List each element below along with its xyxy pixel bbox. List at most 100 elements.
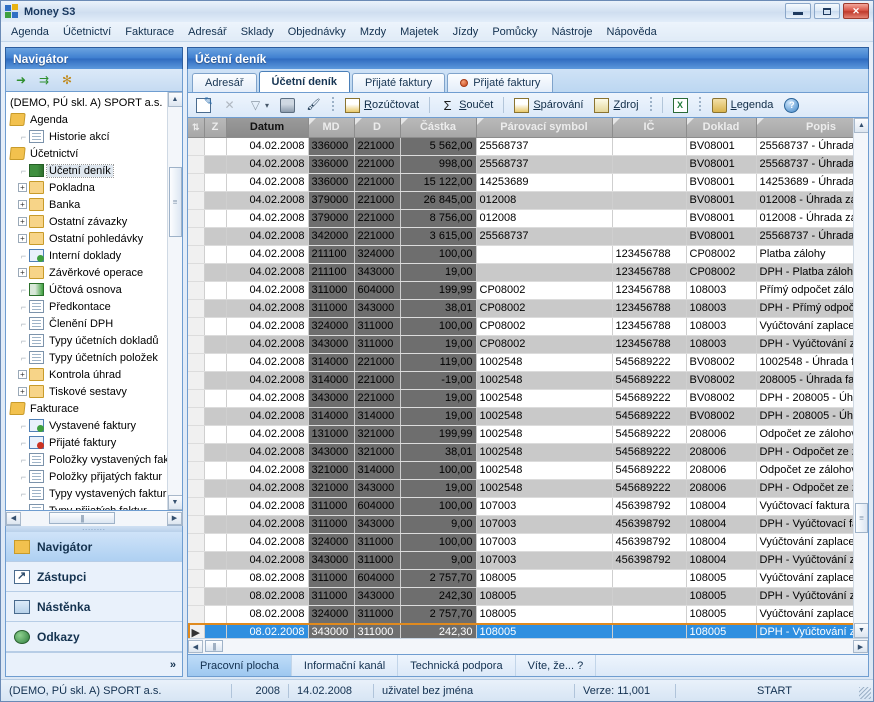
navigator-button-odkazy[interactable]: Odkazy xyxy=(6,622,182,652)
tree-item-interní-doklady[interactable]: ⌐ Interní doklady xyxy=(8,247,167,264)
row-marker[interactable] xyxy=(188,209,205,228)
document-tab-2[interactable]: Přijaté faktury xyxy=(351,73,446,92)
table-row[interactable]: 04.02.2008 379000 221000 8 756,00 012008 BV08… xyxy=(188,209,853,228)
table-row[interactable]: 04.02.2008 324000 311000 100,00 CP08002 12345… xyxy=(188,317,853,336)
table-row[interactable]: 04.02.2008 343000 311000 19,00 CP08002 123456… xyxy=(188,335,853,354)
row-marker[interactable] xyxy=(188,353,205,372)
tree-item-ostatní-závazky[interactable]: + Ostatní závazky xyxy=(8,213,167,230)
scroll-down-button[interactable]: ▼ xyxy=(167,495,182,510)
tree-item-tiskové-sestavy[interactable]: + Tiskové sestavy xyxy=(8,383,167,400)
document-tab-1[interactable]: Účetní deník xyxy=(258,71,350,92)
scroll-left-button[interactable]: ◀ xyxy=(6,511,21,525)
grid-scroll-up-button[interactable]: ▲ xyxy=(854,118,868,133)
table-row[interactable]: 04.02.2008 342000 221000 3 615,00 25568737 BV… xyxy=(188,227,853,246)
grid-scroll-down-button[interactable]: ▼ xyxy=(854,623,868,638)
scroll-thumb[interactable] xyxy=(168,167,182,237)
expand-icon[interactable]: + xyxy=(18,370,27,379)
table-row[interactable]: 04.02.2008 336000 221000 998,00 25568737 BV08… xyxy=(188,155,853,174)
row-marker[interactable] xyxy=(188,461,205,480)
toolbar-brush-button[interactable] xyxy=(302,96,325,115)
expand-icon[interactable]: + xyxy=(18,200,27,209)
table-row[interactable]: 04.02.2008 324000 311000 100,00 107003 456398… xyxy=(188,533,853,552)
hscroll-thumb[interactable] xyxy=(49,511,115,524)
expand-icon[interactable]: + xyxy=(18,183,27,192)
menu-item-fakturace[interactable]: Fakturace xyxy=(118,24,181,40)
row-marker[interactable] xyxy=(188,407,205,426)
workspace-tab-3[interactable]: Víte, že... ? xyxy=(516,655,597,676)
menu-item-n-pov-da[interactable]: Nápověda xyxy=(600,24,664,40)
settings-icon[interactable]: ✻ xyxy=(60,73,74,87)
tree-item-účetní-deník[interactable]: ⌐ Účetní deník xyxy=(8,162,167,179)
toolbar-edit-button[interactable] xyxy=(192,95,215,115)
toolbar-print-button[interactable] xyxy=(276,96,299,115)
row-marker[interactable]: ▶ xyxy=(188,623,205,638)
table-row[interactable]: 04.02.2008 311000 343000 9,00 107003 45639879… xyxy=(188,515,853,534)
table-row[interactable]: 04.02.2008 314000 314000 19,00 1002548 545689… xyxy=(188,407,853,426)
navigator-button-zástupci[interactable]: Zástupci xyxy=(6,562,182,592)
grid-scroll-thumb[interactable] xyxy=(855,503,868,533)
row-marker[interactable] xyxy=(188,281,205,300)
forward-icon[interactable]: ➜ xyxy=(14,73,28,87)
table-row[interactable]: 04.02.2008 336000 221000 15 122,00 14253689 B… xyxy=(188,173,853,192)
table-row[interactable]: 04.02.2008 311000 604000 100,00 107003 456398… xyxy=(188,497,853,516)
row-marker[interactable] xyxy=(188,515,205,534)
table-row[interactable]: 04.02.2008 343000 221000 19,00 1002548 545689… xyxy=(188,389,853,408)
toolbar-zdroj-button[interactable]: Zdroj xyxy=(590,96,642,115)
row-marker[interactable] xyxy=(188,389,205,408)
menu-item-mzdy[interactable]: Mzdy xyxy=(353,24,393,40)
scroll-up-button[interactable]: ▲ xyxy=(167,92,182,107)
forward-all-icon[interactable]: ⇉ xyxy=(37,73,51,87)
row-marker[interactable] xyxy=(188,551,205,570)
column-header-popis[interactable]: Popis xyxy=(756,118,853,138)
scroll-track[interactable] xyxy=(167,107,182,495)
column-header-ic[interactable]: IČ xyxy=(612,118,687,138)
tree-item-členění-dph[interactable]: ⌐ Členění DPH xyxy=(8,315,167,332)
row-marker[interactable] xyxy=(188,569,205,588)
row-marker[interactable] xyxy=(188,443,205,462)
row-marker[interactable] xyxy=(188,533,205,552)
workspace-tab-1[interactable]: Informační kanál xyxy=(292,655,399,676)
menu-item-adres-[interactable]: Adresář xyxy=(181,24,234,40)
tree-item-banka[interactable]: + Banka xyxy=(8,196,167,213)
row-marker[interactable] xyxy=(188,245,205,264)
tree-item-typy-přijatých-faktur[interactable]: ⌐ Typy přijatých faktur xyxy=(8,502,167,510)
grid-scroll-right-button[interactable]: ▶ xyxy=(853,640,868,653)
row-marker[interactable] xyxy=(188,317,205,336)
grid-horizontal-scrollbar[interactable]: ◀ ▶ xyxy=(188,638,868,654)
tree-item-závěrkové-operace[interactable]: + Závěrkové operace xyxy=(8,264,167,281)
table-row[interactable]: 04.02.2008 321000 314000 100,00 1002548 54568… xyxy=(188,461,853,480)
document-tab-3[interactable]: Přijaté faktury xyxy=(447,73,554,92)
column-header-z[interactable]: Z xyxy=(204,118,227,138)
row-marker[interactable] xyxy=(188,605,205,624)
toolbar-filter-button[interactable]: ▾ xyxy=(244,96,273,115)
tree-item-typy-vystavených-faktur[interactable]: ⌐ Typy vystavených faktur xyxy=(8,485,167,502)
menu-item-n-stroje[interactable]: Nástroje xyxy=(545,24,600,40)
hscroll-track[interactable] xyxy=(21,510,167,526)
menu-item-objedn-vky[interactable]: Objednávky xyxy=(281,24,353,40)
column-header-datum[interactable]: Datum xyxy=(226,118,309,138)
navigator-horizontal-scrollbar[interactable]: ◀ ▶ xyxy=(5,510,183,526)
tree-item-účetnictví[interactable]: Účetnictví xyxy=(8,145,167,162)
row-marker[interactable] xyxy=(188,137,205,156)
menu-item-majetek[interactable]: Majetek xyxy=(393,24,446,40)
tree-item-předkontace[interactable]: ⌐ Předkontace xyxy=(8,298,167,315)
expand-icon[interactable]: + xyxy=(18,234,27,243)
resize-grip[interactable] xyxy=(859,687,871,699)
row-marker[interactable] xyxy=(188,479,205,498)
row-marker[interactable] xyxy=(188,191,205,210)
chevron-down-icon[interactable]: ▾ xyxy=(265,101,269,110)
column-header-doklad[interactable]: Doklad xyxy=(686,118,757,138)
expand-icon[interactable]: + xyxy=(18,387,27,396)
row-marker[interactable] xyxy=(188,299,205,318)
workspace-tab-0[interactable]: Pracovní plocha xyxy=(188,655,292,676)
table-row[interactable]: 04.02.2008 311000 604000 199,99 CP08002 12345… xyxy=(188,281,853,300)
row-marker[interactable] xyxy=(188,425,205,444)
grid-hscroll-track[interactable] xyxy=(203,639,853,654)
tree-item-agenda[interactable]: Agenda xyxy=(8,111,167,128)
tree-item-pokladna[interactable]: + Pokladna xyxy=(8,179,167,196)
table-row[interactable]: 04.02.2008 211100 343000 19,00 123456788 CP08… xyxy=(188,263,853,282)
row-marker[interactable] xyxy=(188,263,205,282)
toolbar-spárování-button[interactable]: Spárování xyxy=(510,96,587,115)
table-row[interactable]: 04.02.2008 379000 221000 26 845,00 012008 BV0… xyxy=(188,191,853,210)
workspace-tab-2[interactable]: Technická podpora xyxy=(398,655,516,676)
